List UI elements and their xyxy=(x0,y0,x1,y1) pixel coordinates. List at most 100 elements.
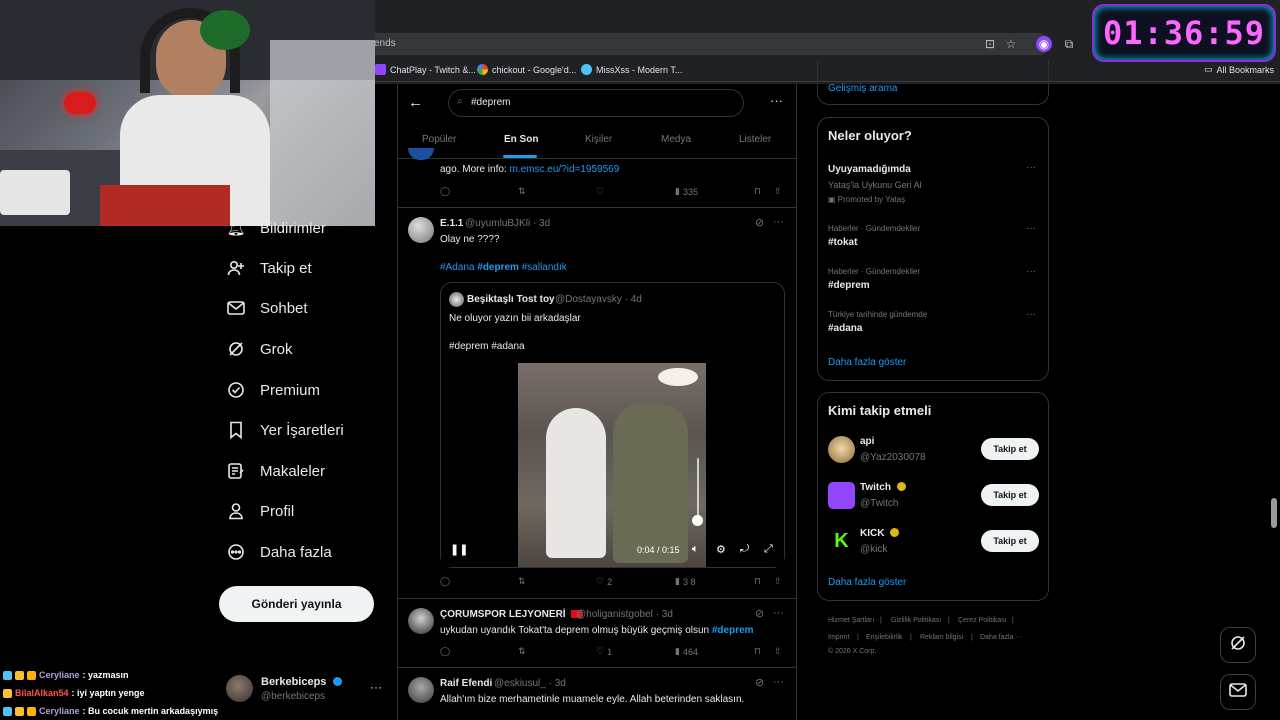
tweet-author-name[interactable]: ÇORUMSPOR LEJYONERİ xyxy=(440,609,583,620)
tweet-author-handle[interactable]: @eskiusul_ · 3d xyxy=(494,678,566,689)
more-dots-icon[interactable]: ··· xyxy=(1026,162,1036,173)
like-button[interactable]: ♡ 2 xyxy=(596,576,612,587)
follow-button[interactable]: Takip et xyxy=(981,530,1039,552)
tweet-author-name[interactable]: Raif Efendi xyxy=(440,678,492,689)
grok-fab[interactable] xyxy=(1220,627,1256,663)
advanced-search-link[interactable]: Gelişmiş arama xyxy=(828,83,897,94)
footer-link-terms[interactable]: Hizmet Şartları xyxy=(828,617,874,624)
bookmark-item[interactable]: ChatPlay - Twitch &... xyxy=(375,64,476,75)
avatar[interactable] xyxy=(828,436,855,463)
back-arrow-icon[interactable]: ← xyxy=(408,94,423,111)
trend-name[interactable]: #deprem xyxy=(828,280,870,291)
bookmark-icon[interactable]: ⊓ xyxy=(754,576,761,587)
views-count[interactable]: ▮ 335 xyxy=(675,186,698,197)
more-dots-icon[interactable]: ··· xyxy=(370,680,382,694)
reply-icon[interactable]: ◯ xyxy=(440,576,450,587)
bookmark-item[interactable]: MissXss - Modern T... xyxy=(581,64,682,75)
footer-link-more[interactable]: Daha fazla ··· xyxy=(980,634,1022,641)
more-dots-icon[interactable]: ··· xyxy=(773,676,784,688)
nav-follow[interactable]: Takip et xyxy=(226,255,312,281)
twitch-icon[interactable] xyxy=(828,482,855,509)
more-dots-icon[interactable]: ··· xyxy=(773,216,784,228)
tweet-author-handle[interactable]: @uyumluBJKli · 3d xyxy=(465,218,550,229)
post-button[interactable]: Gönderi yayınla xyxy=(219,586,374,622)
tab-lists[interactable]: Listeler xyxy=(739,134,771,145)
search-input[interactable]: #deprem xyxy=(448,89,744,117)
nav-chat[interactable]: Sohbet xyxy=(226,295,308,321)
address-bar[interactable]: ends xyxy=(360,33,1050,55)
tab-popular[interactable]: Popüler xyxy=(422,134,456,145)
hashtag-link[interactable]: #deprem xyxy=(477,262,519,273)
scrollbar[interactable] xyxy=(1271,498,1277,528)
nav-bookmarks[interactable]: Yer İşaretleri xyxy=(226,417,344,443)
tab-media[interactable]: Medya xyxy=(661,134,691,145)
grok-icon[interactable]: ⊘ xyxy=(755,607,764,620)
more-dots-icon[interactable]: ··· xyxy=(773,607,784,619)
hashtag-link[interactable]: #sallandık xyxy=(522,262,567,273)
grok-icon[interactable]: ⊘ xyxy=(755,676,764,689)
footer-link-privacy[interactable]: Gizlilik Politikası xyxy=(891,617,941,624)
kick-icon[interactable]: K xyxy=(828,528,855,555)
follow-suggestion-name[interactable]: api xyxy=(860,436,874,447)
footer-link-ads-info[interactable]: Reklam bilgisi xyxy=(920,634,963,641)
like-icon[interactable]: ♡ xyxy=(596,186,604,197)
fullscreen-icon[interactable]: ⤢ xyxy=(764,543,773,556)
bookmark-item[interactable]: chickout - Google'd... xyxy=(477,64,576,75)
follow-suggestion-name[interactable]: Twitch xyxy=(860,482,906,493)
promoted-trend-name[interactable]: Uyuyamadığımda xyxy=(828,164,911,175)
footer-link-imprint[interactable]: Imprint xyxy=(828,634,849,641)
volume-slider[interactable] xyxy=(697,458,699,520)
video-frame[interactable] xyxy=(518,363,706,567)
repost-icon[interactable]: ⇅ xyxy=(518,646,526,657)
volume-slider-knob[interactable] xyxy=(692,515,703,526)
bookmark-icon[interactable]: ⊓ xyxy=(754,186,761,197)
share-icon[interactable]: ⇧ xyxy=(774,646,782,657)
avatar[interactable] xyxy=(408,677,434,703)
show-more-link[interactable]: Daha fazla göster xyxy=(828,357,906,368)
more-dots-icon[interactable]: ··· xyxy=(1026,266,1036,277)
nav-notifications[interactable]: 🔔︎ Bildirimler xyxy=(226,215,325,241)
quote-author-handle[interactable]: @Dostayavsky · 4d xyxy=(555,294,642,305)
views-count[interactable]: ▮ 3 8 xyxy=(675,576,695,587)
more-dots-icon[interactable]: ··· xyxy=(1026,223,1036,234)
volume-icon[interactable]: 🔈︎ xyxy=(692,543,699,556)
follow-button[interactable]: Takip et xyxy=(981,438,1039,460)
like-button[interactable]: ♡ 1 xyxy=(596,646,612,657)
nav-grok[interactable]: Grok xyxy=(226,336,293,362)
reply-icon[interactable]: ◯ xyxy=(440,646,450,657)
avatar[interactable] xyxy=(408,217,434,243)
messages-fab[interactable] xyxy=(1220,674,1256,710)
tweet-author-name[interactable]: E.1.1 xyxy=(440,218,463,229)
tweet-author-handle[interactable]: @holiganistgobel · 3d xyxy=(576,609,673,620)
tab-people[interactable]: Kişiler xyxy=(585,134,612,145)
follow-suggestion-name[interactable]: KICK xyxy=(860,528,900,539)
settings-icon[interactable]: ⚙ xyxy=(716,543,726,556)
hashtag-link[interactable]: #deprem xyxy=(712,625,754,636)
quote-author-name[interactable]: Beşiktaşlı Tost toy xyxy=(467,294,555,305)
nav-articles[interactable]: Makaleler xyxy=(226,458,325,484)
avatar[interactable] xyxy=(408,608,434,634)
trend-name[interactable]: #tokat xyxy=(828,237,857,248)
repost-icon[interactable]: ⇅ xyxy=(518,186,526,197)
reply-icon[interactable]: ◯ xyxy=(440,186,450,197)
footer-link-cookies[interactable]: Çerez Politikası xyxy=(958,617,1007,624)
extension-badge-icon[interactable]: ◉ xyxy=(1036,36,1052,52)
show-more-link[interactable]: Daha fazla göster xyxy=(828,577,906,588)
more-dots-icon[interactable]: ··· xyxy=(1026,309,1036,320)
install-icon[interactable]: ⊡ xyxy=(982,36,998,52)
more-dots-icon[interactable]: ··· xyxy=(770,93,783,108)
pause-icon[interactable]: ❚❚ xyxy=(450,543,468,556)
avatar[interactable] xyxy=(449,292,464,307)
share-icon[interactable]: ⇧ xyxy=(774,186,782,197)
tweet-link[interactable]: m.emsc.eu/?id=1959569 xyxy=(509,164,619,175)
nav-more[interactable]: Daha fazla xyxy=(226,539,332,565)
nav-premium[interactable]: Premium xyxy=(226,377,320,403)
repost-icon[interactable]: ⇅ xyxy=(518,576,526,587)
hashtag-link[interactable]: #Adana xyxy=(440,262,474,273)
bookmark-icon[interactable]: ⊓ xyxy=(754,646,761,657)
pip-icon[interactable]: ⤾ xyxy=(740,543,749,556)
star-icon[interactable]: ☆ xyxy=(1003,36,1019,52)
all-bookmarks[interactable]: ▭ All Bookmarks xyxy=(1204,64,1274,75)
trend-name[interactable]: #adana xyxy=(828,323,862,334)
account-switcher[interactable]: Berkebiceps @berkebiceps ··· xyxy=(226,672,386,708)
